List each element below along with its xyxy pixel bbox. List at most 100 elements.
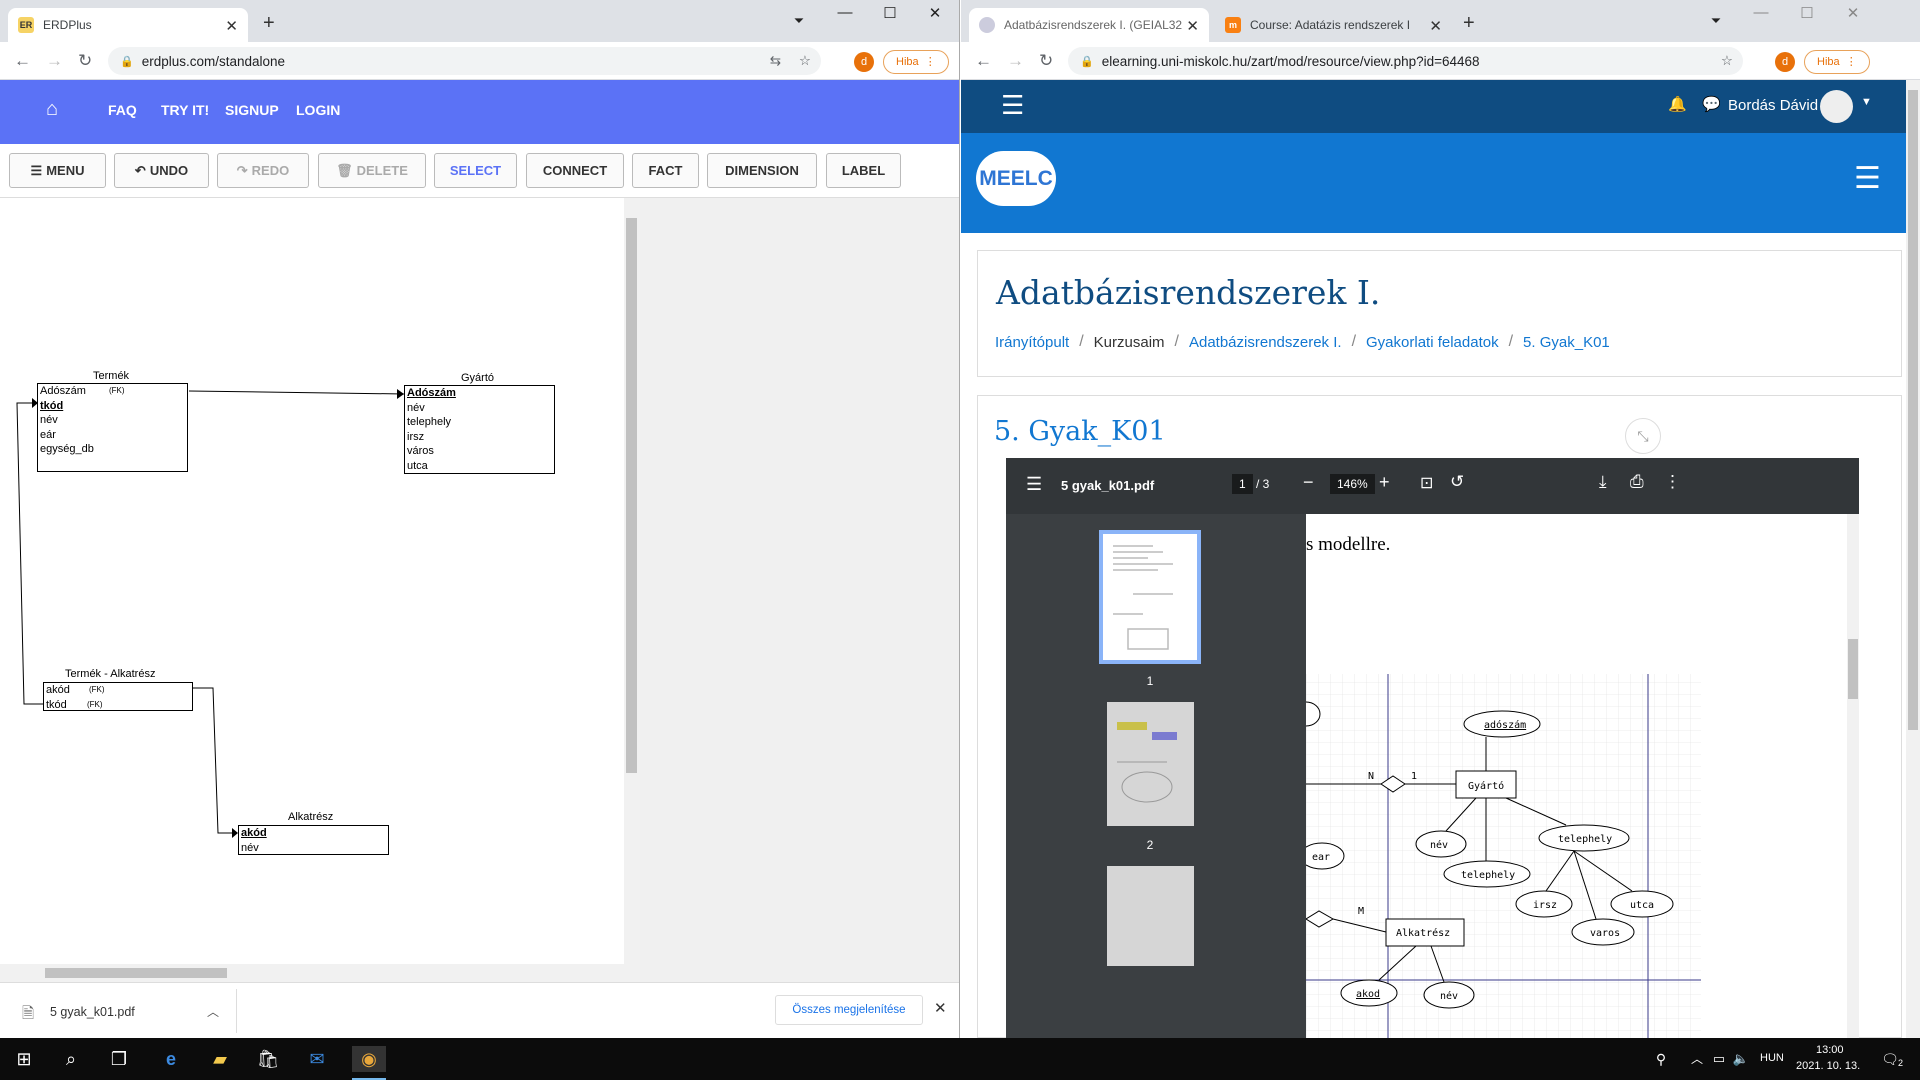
maximize-icon[interactable]: ☐: [1787, 4, 1827, 22]
pdf-scrollbar[interactable]: [1847, 514, 1859, 1038]
close-shelf-icon[interactable]: ✕: [934, 999, 947, 1017]
windows-start-icon[interactable]: ⊞: [11, 1046, 37, 1072]
canvas-horizontal-scrollbar[interactable]: [0, 964, 624, 982]
clock-date[interactable]: 2021. 10. 13.: [1796, 1060, 1860, 1072]
fact-button[interactable]: FACT: [632, 153, 699, 188]
page-scrollbar[interactable]: [1906, 80, 1920, 1038]
thumbnail-page-2[interactable]: [1107, 702, 1194, 826]
minimize-icon[interactable]: —: [825, 4, 865, 21]
translate-icon[interactable]: ⇆: [770, 53, 781, 69]
scroll-thumb[interactable]: [626, 218, 637, 773]
zoom-level[interactable]: 146%: [1330, 474, 1375, 494]
nav-signup[interactable]: SIGNUP: [225, 102, 279, 118]
tab-erdplus[interactable]: ER ERDPlus ✕: [8, 8, 248, 42]
hamburger-icon[interactable]: ☰: [1001, 90, 1024, 121]
close-window-icon[interactable]: ✕: [915, 4, 955, 22]
delete-button[interactable]: 🗑 DELETE: [318, 153, 426, 188]
download-icon[interactable]: ⤓: [1599, 472, 1607, 492]
new-tab-icon[interactable]: +: [263, 12, 275, 35]
caret-down-icon[interactable]: ▼: [1861, 96, 1872, 108]
breadcrumb-course[interactable]: Adatbázisrendszerek I.: [1189, 334, 1342, 351]
file-explorer-icon[interactable]: ▰: [207, 1046, 233, 1072]
back-icon[interactable]: ←: [14, 51, 31, 71]
select-button[interactable]: SELECT: [434, 153, 517, 188]
more-options-icon[interactable]: ⋮: [1664, 472, 1681, 492]
tab-course-resource[interactable]: Adatbázisrendszerek I. (GEIAL32 ✕: [969, 8, 1209, 42]
nav-try-it[interactable]: TRY IT!: [161, 102, 209, 118]
chrome-icon[interactable]: ◉: [352, 1046, 386, 1072]
forward-icon[interactable]: →: [46, 51, 63, 71]
new-tab-icon[interactable]: +: [1463, 12, 1475, 35]
scroll-thumb[interactable]: [1908, 90, 1918, 730]
url-field[interactable]: 🔒 erdplus.com/standalone ⇆ ☆: [108, 47, 821, 75]
rotate-icon[interactable]: ↺: [1450, 472, 1464, 492]
chat-icon[interactable]: 💬: [1702, 95, 1721, 113]
language-indicator[interactable]: HUN: [1760, 1052, 1784, 1064]
page-number-input[interactable]: 1: [1232, 474, 1253, 494]
close-tab-icon[interactable]: ✕: [225, 17, 238, 35]
meelc-logo[interactable]: MEELC: [976, 151, 1056, 206]
mail-icon[interactable]: ✉: [304, 1046, 330, 1072]
hamburger-icon[interactable]: ☰: [1854, 161, 1881, 196]
fit-page-icon[interactable]: ⊡: [1420, 473, 1433, 493]
table-termek[interactable]: Adószám (FK) tkód név eár egység_db: [37, 383, 188, 472]
chevron-up-icon[interactable]: ︿: [207, 1003, 219, 1020]
maximize-icon[interactable]: ☐: [870, 4, 910, 22]
tab-search-icon[interactable]: ⏷: [1696, 13, 1736, 29]
collapse-icon[interactable]: ⤡: [1625, 418, 1661, 454]
scroll-thumb[interactable]: [1848, 639, 1858, 699]
error-chip[interactable]: Hiba ⋮: [1804, 50, 1870, 74]
table-gyarto[interactable]: Adószám név telephely irsz város utca: [404, 385, 555, 474]
dimension-button[interactable]: DIMENSION: [707, 153, 817, 188]
breadcrumb-section[interactable]: Gyakorlati feladatok: [1366, 334, 1499, 351]
edge-icon[interactable]: e: [158, 1046, 184, 1072]
pdf-page-view[interactable]: s modellre. N 1 M Gyártó adószám név tel…: [1306, 514, 1859, 1038]
search-icon[interactable]: ⌕: [58, 1046, 84, 1072]
profile-avatar[interactable]: d: [854, 52, 874, 72]
minimize-icon[interactable]: —: [1741, 4, 1781, 21]
error-chip[interactable]: Hiba ⋮: [883, 50, 949, 74]
diagram-canvas[interactable]: Termék Adószám (FK) tkód név eár egység_d…: [0, 198, 634, 982]
scroll-thumb[interactable]: [45, 968, 227, 978]
menu-button[interactable]: ☰ MENU: [9, 153, 106, 188]
profile-avatar[interactable]: d: [1775, 52, 1795, 72]
breadcrumb-resource[interactable]: 5. Gyak_K01: [1523, 334, 1610, 351]
close-window-icon[interactable]: ✕: [1833, 4, 1873, 22]
url-field[interactable]: 🔒 elearning.uni-miskolc.hu/zart/mod/reso…: [1068, 47, 1743, 75]
bell-icon[interactable]: 🔔: [1668, 95, 1687, 113]
thumbnail-page-1[interactable]: [1099, 530, 1201, 664]
bookmark-star-icon[interactable]: ☆: [799, 53, 811, 69]
close-tab-icon[interactable]: ✕: [1186, 17, 1199, 35]
nav-login[interactable]: LOGIN: [296, 102, 340, 118]
download-filename[interactable]: 5 gyak_k01.pdf: [50, 1005, 135, 1019]
tab-course[interactable]: m Course: Adatázis rendszerek I ✕: [1215, 8, 1452, 42]
print-icon[interactable]: ⎙: [1630, 472, 1644, 492]
breadcrumb-my-courses[interactable]: Kurzusaim: [1094, 334, 1165, 351]
user-name[interactable]: Bordás Dávid: [1728, 97, 1818, 114]
thumbnail-page-3[interactable]: [1107, 866, 1194, 966]
tab-search-icon[interactable]: ⏷: [779, 13, 819, 29]
reload-icon[interactable]: ↻: [78, 51, 92, 71]
table-termek-alkatresz[interactable]: akód (FK) tkód (FK): [43, 682, 193, 711]
redo-button[interactable]: ↷ REDO: [217, 153, 309, 188]
show-all-downloads-button[interactable]: Összes megjelenítése: [775, 995, 923, 1025]
forward-icon[interactable]: →: [1007, 51, 1024, 71]
nav-faq[interactable]: FAQ: [108, 102, 137, 118]
undo-button[interactable]: ↶ UNDO: [114, 153, 209, 188]
hamburger-icon[interactable]: ☰: [1026, 474, 1042, 495]
zoom-in-icon[interactable]: +: [1379, 472, 1390, 493]
zoom-out-icon[interactable]: −: [1303, 472, 1314, 493]
close-tab-icon[interactable]: ✕: [1429, 17, 1442, 35]
reload-icon[interactable]: ↻: [1039, 51, 1053, 71]
table-alkatresz[interactable]: akód név: [238, 825, 389, 855]
home-icon[interactable]: ⌂: [46, 98, 58, 121]
volume-icon[interactable]: 🔈: [1728, 1046, 1754, 1072]
task-view-icon[interactable]: ❐: [106, 1046, 132, 1072]
back-icon[interactable]: ←: [975, 51, 992, 71]
user-avatar[interactable]: [1820, 90, 1853, 123]
breadcrumb-dashboard[interactable]: Irányítópult: [995, 334, 1069, 351]
connect-button[interactable]: CONNECT: [526, 153, 624, 188]
canvas-vertical-scrollbar[interactable]: [624, 198, 640, 982]
bookmark-star-icon[interactable]: ☆: [1721, 53, 1733, 69]
people-icon[interactable]: ⚲: [1648, 1046, 1674, 1072]
